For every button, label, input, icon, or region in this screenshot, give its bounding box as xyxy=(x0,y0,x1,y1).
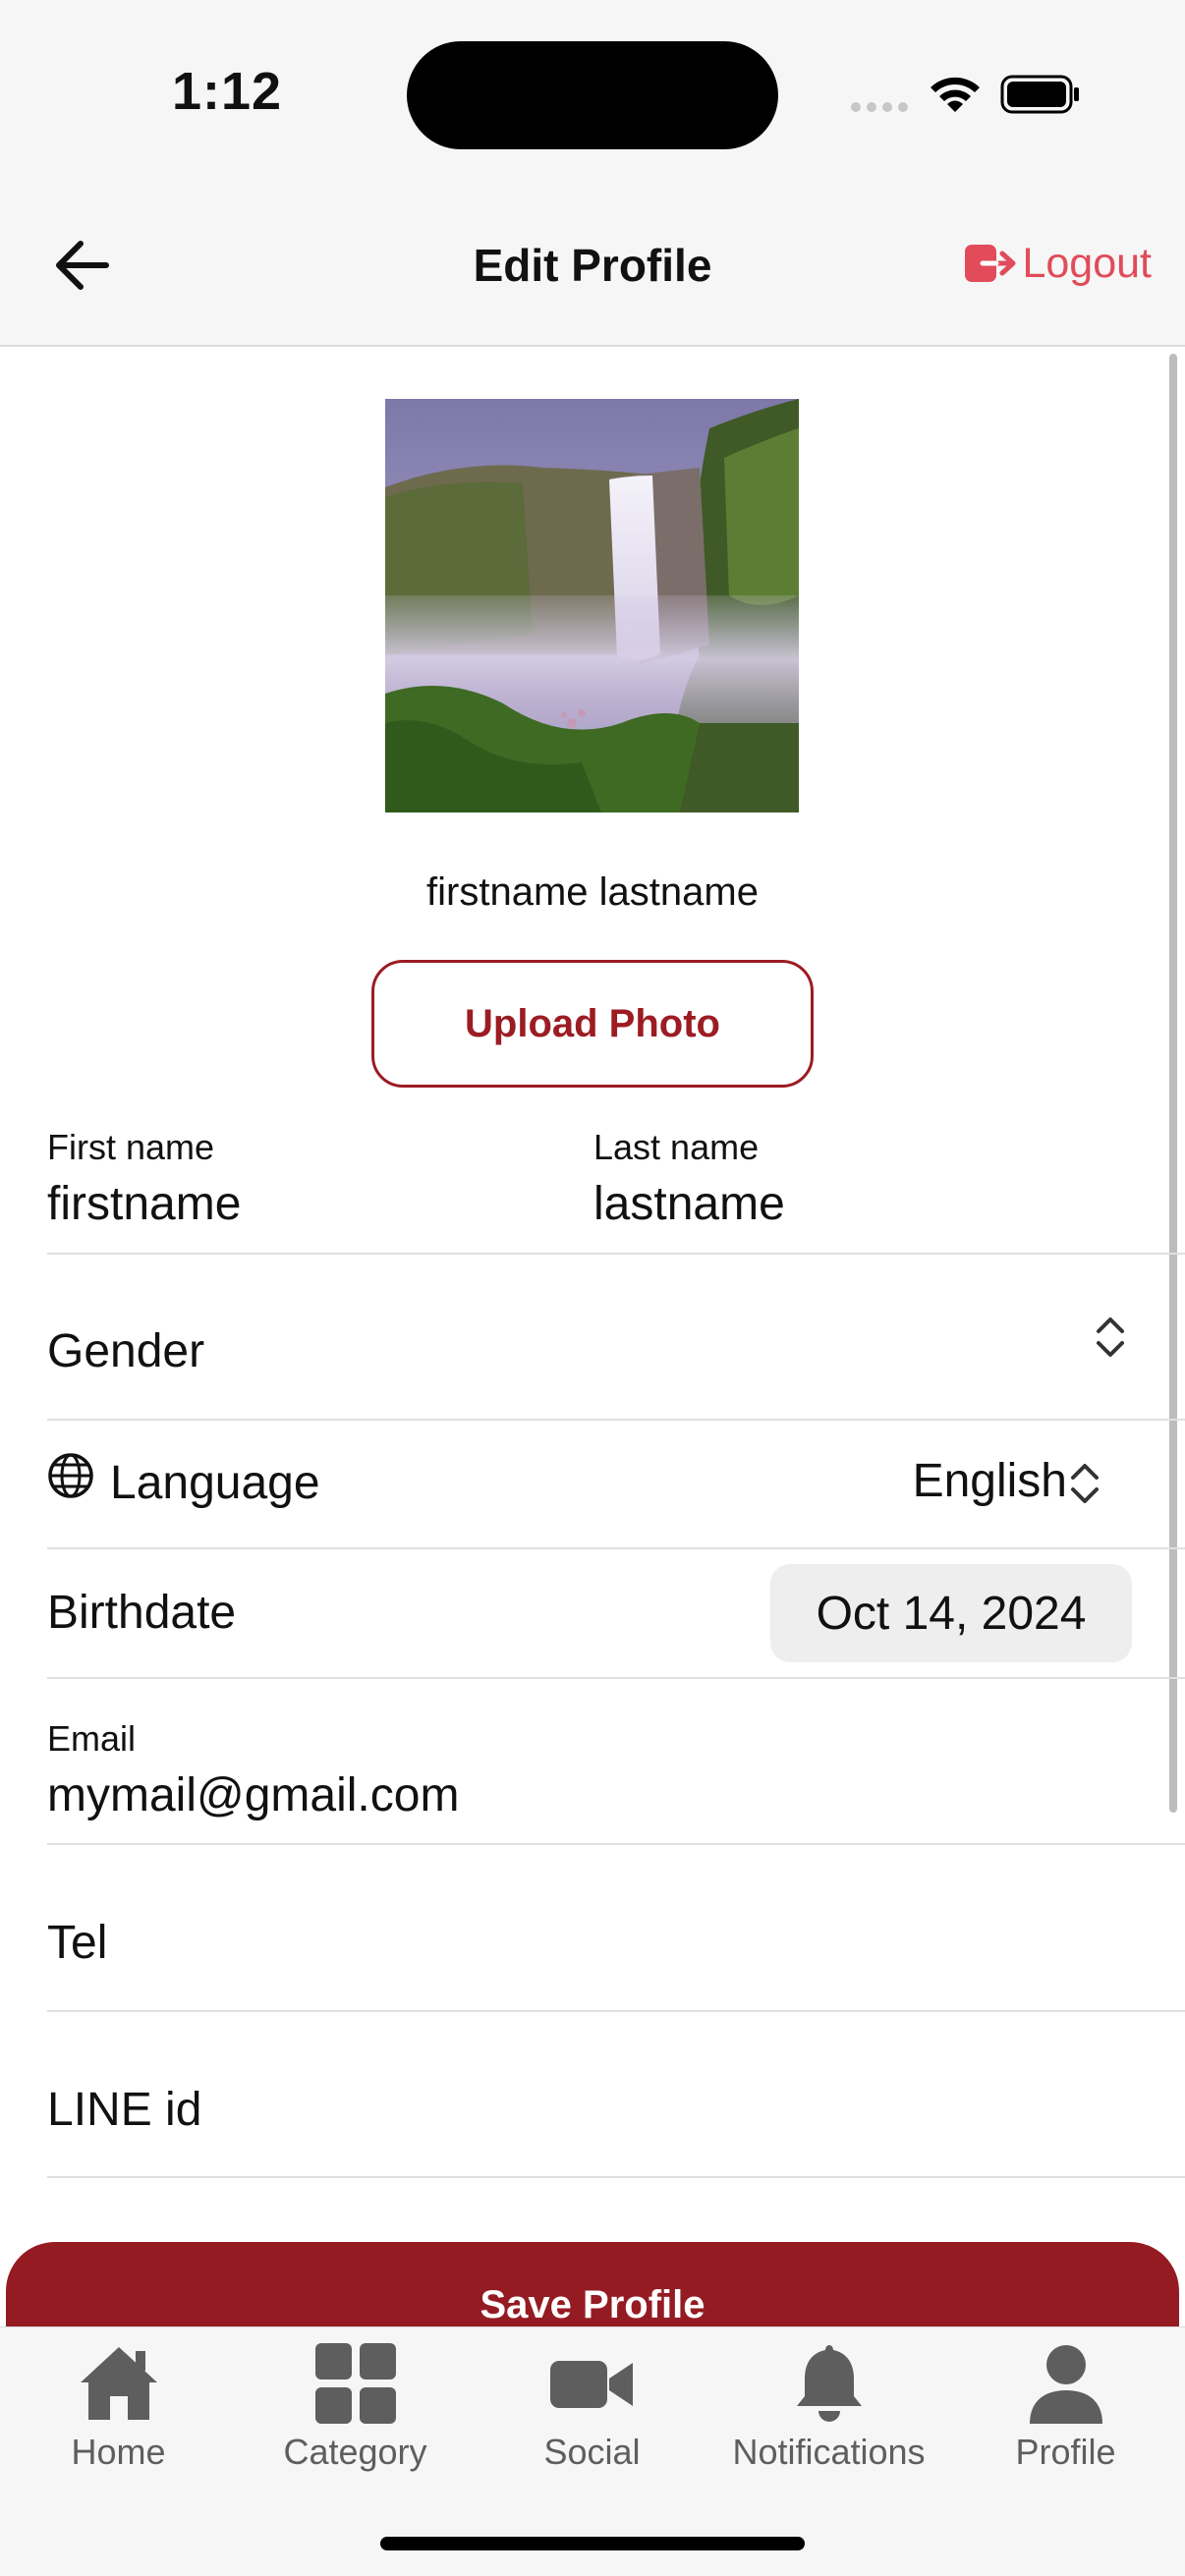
scrollbar[interactable] xyxy=(1169,354,1177,1813)
divider xyxy=(47,2010,1185,2012)
tab-social[interactable]: Social xyxy=(474,2339,710,2473)
first-name-label: First name xyxy=(47,1127,215,1167)
tab-category[interactable]: Category xyxy=(237,2339,474,2473)
language-label: Language xyxy=(110,1457,320,1509)
person-icon xyxy=(1029,2345,1102,2424)
bell-icon xyxy=(796,2345,862,2422)
tab-label: Category xyxy=(283,2432,427,2472)
globe-icon xyxy=(48,1453,93,1498)
logout-label: Logout xyxy=(1022,239,1152,287)
birthdate-picker[interactable]: Oct 14, 2024 xyxy=(770,1564,1132,1662)
home-icon xyxy=(80,2347,157,2420)
tab-label: Notifications xyxy=(732,2432,926,2472)
tab-label: Home xyxy=(71,2432,166,2472)
grid-icon xyxy=(314,2343,396,2424)
wifi-icon xyxy=(931,77,980,112)
tab-profile[interactable]: Profile xyxy=(947,2339,1184,2473)
gender-select[interactable]: Gender xyxy=(47,1324,204,1378)
tel-field[interactable]: Tel xyxy=(47,1916,107,1970)
first-name-input[interactable]: firstname xyxy=(47,1177,241,1231)
upload-photo-button[interactable]: Upload Photo xyxy=(371,960,814,1088)
tab-home[interactable]: Home xyxy=(0,2339,237,2473)
video-camera-icon xyxy=(549,2361,633,2408)
divider xyxy=(47,1547,1185,1549)
line-id-field[interactable]: LINE id xyxy=(47,2083,201,2137)
profile-photo xyxy=(385,399,799,812)
divider xyxy=(47,2176,1185,2178)
divider xyxy=(47,1843,1185,1845)
divider xyxy=(47,1253,1185,1255)
chevron-up-down-icon[interactable] xyxy=(1093,1314,1128,1361)
logout-icon xyxy=(965,245,1016,282)
tab-notifications[interactable]: Notifications xyxy=(710,2339,947,2473)
status-bar: 1:12 xyxy=(0,0,1185,182)
last-name-input[interactable]: lastname xyxy=(593,1177,785,1231)
nav-header: Edit Profile Logout xyxy=(0,182,1185,347)
cellular-signal-icon xyxy=(851,102,908,112)
last-name-label: Last name xyxy=(593,1127,760,1167)
profile-full-name: firstname lastname xyxy=(426,870,759,914)
home-indicator xyxy=(380,2537,805,2550)
email-label: Email xyxy=(47,1718,137,1759)
email-field[interactable]: mymail@gmail.com xyxy=(47,1768,459,1822)
edit-profile-screen: 1:12 Edit Profile Logout firstname lastn… xyxy=(0,0,1185,2576)
dynamic-island xyxy=(407,41,778,149)
tab-label: Social xyxy=(543,2432,641,2472)
divider xyxy=(47,1677,1185,1679)
birthdate-label: Birthdate xyxy=(47,1587,237,1639)
tab-label: Profile xyxy=(1015,2432,1116,2472)
divider xyxy=(47,1419,1185,1421)
status-time: 1:12 xyxy=(172,62,283,121)
language-select[interactable]: English xyxy=(913,1454,1067,1508)
chevron-up-down-icon[interactable] xyxy=(1067,1460,1102,1507)
battery-icon xyxy=(1000,75,1079,114)
logout-button[interactable]: Logout xyxy=(963,239,1152,288)
